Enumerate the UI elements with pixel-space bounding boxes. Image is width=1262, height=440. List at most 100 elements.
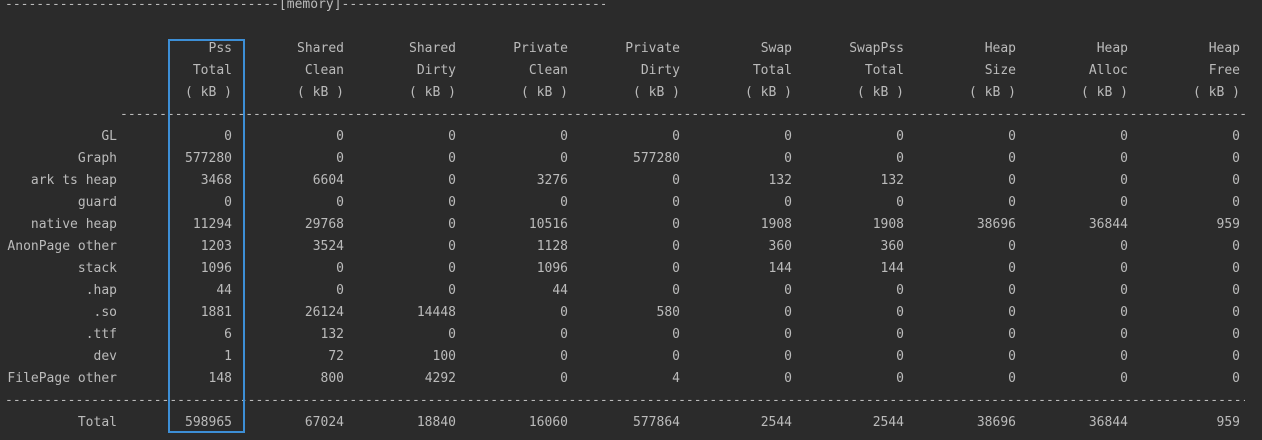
table-cell: 0 <box>560 129 568 144</box>
table-cell: 0 <box>448 239 456 254</box>
section-title-line: -----------------------------------[memo… <box>5 0 605 12</box>
table-cell: 0 <box>784 151 792 166</box>
total-cell: 67024 <box>304 415 344 430</box>
table-cell: 1908 <box>872 217 904 232</box>
table-cell: 0 <box>448 327 456 342</box>
table-cell: 0 <box>1120 173 1128 188</box>
table-cell: 0 <box>1120 371 1128 386</box>
table-cell: 0 <box>336 261 344 276</box>
column-header-unit: ( kB ) <box>1193 85 1240 100</box>
row-label: GL <box>101 129 117 144</box>
table-cell: 0 <box>1232 195 1240 210</box>
column-header-line2: Dirty <box>640 63 680 78</box>
row-label: dev <box>93 349 117 364</box>
table-cell: 0 <box>560 305 568 320</box>
table-cell: 577280 <box>633 151 680 166</box>
table-cell: 3276 <box>536 173 568 188</box>
table-cell: 144 <box>768 261 792 276</box>
table-cell: 0 <box>448 283 456 298</box>
total-cell: 577864 <box>633 415 680 430</box>
table-cell: 580 <box>656 305 680 320</box>
table-cell: 0 <box>1232 173 1240 188</box>
total-cell: 16060 <box>528 415 568 430</box>
table-cell: 1096 <box>536 261 568 276</box>
table-cell: 0 <box>1232 283 1240 298</box>
table-cell: 0 <box>1008 195 1016 210</box>
pss-total-highlight-box <box>168 39 245 433</box>
table-cell: 132 <box>880 173 904 188</box>
column-header-unit: ( kB ) <box>521 85 568 100</box>
total-cell: 2544 <box>760 415 792 430</box>
column-header-line1: SwapPss <box>849 41 904 56</box>
table-cell: 0 <box>1232 151 1240 166</box>
table-cell: 0 <box>560 195 568 210</box>
column-header-line2: Total <box>752 63 792 78</box>
table-cell: 0 <box>672 129 680 144</box>
table-cell: 100 <box>432 349 456 364</box>
table-cell: 800 <box>320 371 344 386</box>
table-cell: 0 <box>896 283 904 298</box>
table-cell: 0 <box>672 195 680 210</box>
table-cell: 0 <box>560 151 568 166</box>
table-cell: 0 <box>1232 371 1240 386</box>
column-header-line2: Clean <box>528 63 568 78</box>
column-header-line1: Private <box>625 41 680 56</box>
column-header-line2: Free <box>1208 63 1240 78</box>
column-header-line2: Clean <box>304 63 344 78</box>
table-cell: 0 <box>896 151 904 166</box>
table-cell: 0 <box>336 195 344 210</box>
column-header-unit: ( kB ) <box>857 85 904 100</box>
table-cell: 0 <box>1120 283 1128 298</box>
table-cell: 0 <box>784 129 792 144</box>
table-cell: 0 <box>1120 349 1128 364</box>
table-cell: 0 <box>784 349 792 364</box>
table-cell: 0 <box>896 327 904 342</box>
row-label: .so <box>93 305 117 320</box>
table-cell: 4 <box>672 371 680 386</box>
total-label: Total <box>77 415 117 430</box>
table-cell: 0 <box>448 195 456 210</box>
table-cell: 0 <box>784 195 792 210</box>
table-cell: 0 <box>1120 239 1128 254</box>
header-divider: ----------------------------------------… <box>120 107 1245 122</box>
table-cell: 0 <box>784 305 792 320</box>
column-header-line2: Dirty <box>416 63 456 78</box>
table-cell: 0 <box>1232 349 1240 364</box>
table-cell: 10516 <box>528 217 568 232</box>
row-label: stack <box>77 261 117 276</box>
table-cell: 0 <box>448 173 456 188</box>
table-cell: 0 <box>896 129 904 144</box>
row-label: FilePage other <box>7 371 117 386</box>
column-header-line1: Heap <box>1096 41 1128 56</box>
table-cell: 26124 <box>304 305 344 320</box>
table-cell: 0 <box>336 151 344 166</box>
column-header-unit: ( kB ) <box>1081 85 1128 100</box>
column-header-unit: ( kB ) <box>633 85 680 100</box>
table-cell: 0 <box>1232 129 1240 144</box>
table-cell: 0 <box>1008 129 1016 144</box>
table-cell: 0 <box>560 349 568 364</box>
table-cell: 4292 <box>424 371 456 386</box>
table-cell: 0 <box>1008 239 1016 254</box>
table-cell: 132 <box>320 327 344 342</box>
table-cell: 0 <box>784 283 792 298</box>
table-cell: 0 <box>1008 349 1016 364</box>
table-cell: 1128 <box>536 239 568 254</box>
table-cell: 0 <box>784 371 792 386</box>
total-cell: 38696 <box>976 415 1016 430</box>
table-cell: 0 <box>672 239 680 254</box>
table-cell: 0 <box>1120 261 1128 276</box>
table-cell: 0 <box>896 305 904 320</box>
table-cell: 0 <box>672 283 680 298</box>
table-cell: 0 <box>896 349 904 364</box>
row-label: Graph <box>77 151 117 166</box>
table-cell: 0 <box>1232 261 1240 276</box>
table-cell: 0 <box>672 217 680 232</box>
table-cell: 0 <box>1120 327 1128 342</box>
table-cell: 0 <box>1008 371 1016 386</box>
table-cell: 0 <box>896 195 904 210</box>
table-cell: 72 <box>328 349 344 364</box>
column-header-line1: Swap <box>760 41 792 56</box>
table-cell: 959 <box>1216 217 1240 232</box>
table-cell: 0 <box>448 217 456 232</box>
